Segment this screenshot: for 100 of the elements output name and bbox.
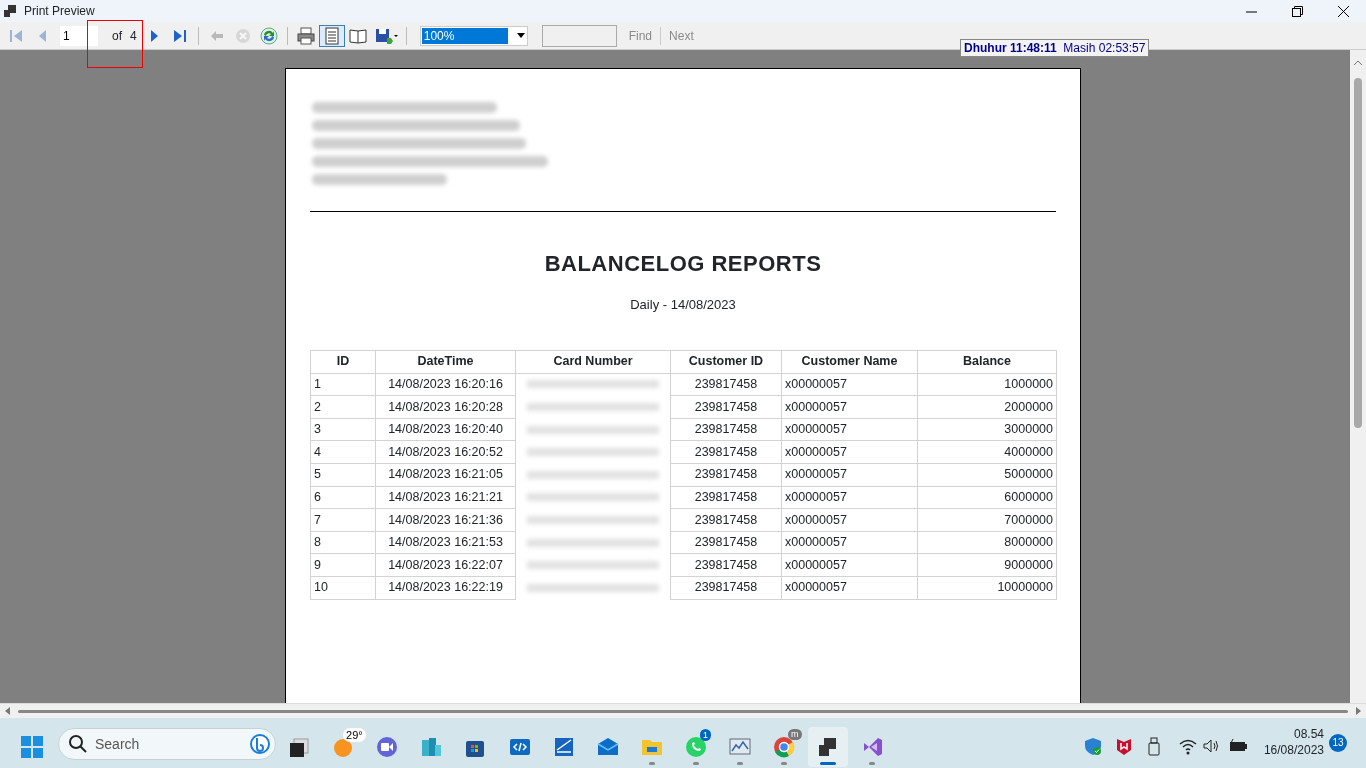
table-cell: x00000057	[781, 553, 918, 577]
browser-icon[interactable]	[773, 736, 796, 758]
scanner-icon[interactable]	[552, 736, 575, 758]
report-title: BALANCELOG REPORTS	[544, 250, 822, 278]
refresh-icon[interactable]	[258, 25, 279, 46]
table-cell: 14/08/2023 16:20:28	[375, 395, 516, 419]
table-cell: 5000000	[917, 463, 1057, 487]
search-field[interactable]: Search	[58, 728, 276, 760]
of-label: of	[112, 27, 122, 45]
shield-check-icon[interactable]	[1084, 737, 1104, 757]
horizontal-scrollbar[interactable]	[0, 703, 1366, 718]
table-cell: 7000000	[917, 508, 1057, 532]
video-camera-icon[interactable]	[376, 736, 399, 758]
table-cell: 14/08/2023 16:20:16	[375, 373, 516, 396]
notification-count[interactable]: 13	[1329, 734, 1347, 752]
table-cell: 14/08/2023 16:22:19	[375, 576, 516, 600]
table-cell: 2	[310, 395, 376, 419]
report-subtitle: Daily - 14/08/2023	[630, 297, 736, 312]
table-cell: 5	[310, 463, 376, 487]
table-cell: 14/08/2023 16:22:07	[375, 553, 516, 577]
table-cell: 239817458	[670, 418, 782, 441]
table-cell: 7	[310, 508, 376, 532]
code-folder-icon[interactable]	[508, 736, 531, 758]
buildings-icon[interactable]	[420, 736, 443, 758]
close-icon[interactable]	[1337, 5, 1349, 17]
vertical-scrollbar[interactable]	[1350, 50, 1366, 703]
table-cell: x00000057	[781, 418, 918, 441]
table-cell: x00000057	[781, 486, 918, 509]
notification-badge: 29°	[343, 728, 366, 742]
zoom-dropdown[interactable]: 100%	[419, 25, 528, 46]
table-cell: x00000057	[781, 531, 918, 554]
table-cell: 239817458	[670, 463, 782, 487]
table-cell: 239817458	[670, 508, 782, 532]
app-icon	[4, 5, 16, 17]
table-cell: 4	[310, 440, 376, 464]
column-header: DateTime	[375, 350, 516, 374]
running-indicator	[648, 762, 655, 765]
page-number-field[interactable]: 1	[60, 25, 98, 46]
running-indicator	[869, 762, 876, 765]
table-cell: x00000057	[781, 463, 918, 487]
table-cell: x00000057	[781, 395, 918, 419]
table-cell: 14/08/2023 16:21:53	[375, 531, 516, 554]
running-indicator	[692, 762, 699, 765]
ribbon-icon[interactable]	[861, 736, 884, 758]
table-cell: 239817458	[670, 440, 782, 464]
table-cell: 14/08/2023 16:20:52	[375, 440, 516, 464]
phone-bubble-icon[interactable]	[684, 736, 707, 758]
running-indicator	[737, 762, 743, 765]
table-cell: 2000000	[917, 395, 1057, 419]
running-indicator	[820, 762, 837, 765]
running-indicator	[781, 762, 788, 765]
column-header: Balance	[917, 350, 1057, 374]
table-cell: 239817458	[670, 395, 782, 419]
table-cell: 3	[310, 418, 376, 441]
windows-logo-icon[interactable]	[21, 736, 43, 758]
table-cell: 9000000	[917, 553, 1057, 577]
wifi-icon[interactable]	[1179, 737, 1199, 757]
envelope-icon[interactable]	[596, 736, 619, 758]
table-cell: 8000000	[917, 531, 1057, 554]
table-cell: 6000000	[917, 486, 1057, 509]
table-cell: 1	[310, 373, 376, 396]
table-cell: 3000000	[917, 418, 1057, 441]
table-cell: 14/08/2023 16:21:36	[375, 508, 516, 532]
table-cell: 14/08/2023 16:20:40	[375, 418, 516, 441]
clock-date: 16/08/2023	[1262, 742, 1324, 758]
table-cell: 239817458	[670, 486, 782, 509]
table-cell: 239817458	[670, 373, 782, 396]
table-cell: 4000000	[917, 440, 1057, 464]
page-count: 4	[130, 27, 137, 45]
table-cell: 10	[310, 576, 376, 600]
table-cell: 10000000	[917, 576, 1057, 600]
column-header: ID	[310, 350, 376, 374]
table-cell: 8	[310, 531, 376, 554]
restore-icon[interactable]	[1291, 5, 1303, 17]
taskbar-button[interactable]: m	[764, 727, 805, 767]
table-cell: 6	[310, 486, 376, 509]
table-cell: x00000057	[781, 373, 918, 396]
notification-badge: 1	[699, 729, 711, 741]
window-title: Print Preview	[24, 3, 95, 20]
taskbar-button[interactable]: 1	[675, 727, 716, 767]
chart-window-icon[interactable]	[729, 736, 751, 758]
table-cell: 9	[310, 553, 376, 577]
chat-bubble-icon	[249, 733, 271, 755]
prayer-time-label: Dhuhur 11:48:11 Masih 02:53:57	[960, 39, 1150, 57]
taskbar-button[interactable]	[808, 727, 849, 767]
taskbar-button[interactable]: 29°	[323, 727, 364, 767]
table-cell: x00000057	[781, 508, 918, 532]
column-header: Customer Name	[781, 350, 918, 374]
caret-icon	[516, 33, 525, 38]
table-cell: 1000000	[917, 373, 1057, 396]
table-cell: x00000057	[781, 440, 918, 464]
find-field[interactable]	[541, 24, 617, 47]
notification-badge: m	[788, 729, 802, 740]
printer-icon[interactable]	[295, 25, 316, 46]
column-header: Customer ID	[670, 350, 782, 374]
search-icon	[69, 735, 87, 753]
column-header: Card Number	[515, 350, 671, 374]
clock-time: 08.54	[1292, 726, 1324, 742]
windows-icon[interactable]	[288, 736, 310, 758]
highlight-rectangle	[87, 20, 143, 68]
